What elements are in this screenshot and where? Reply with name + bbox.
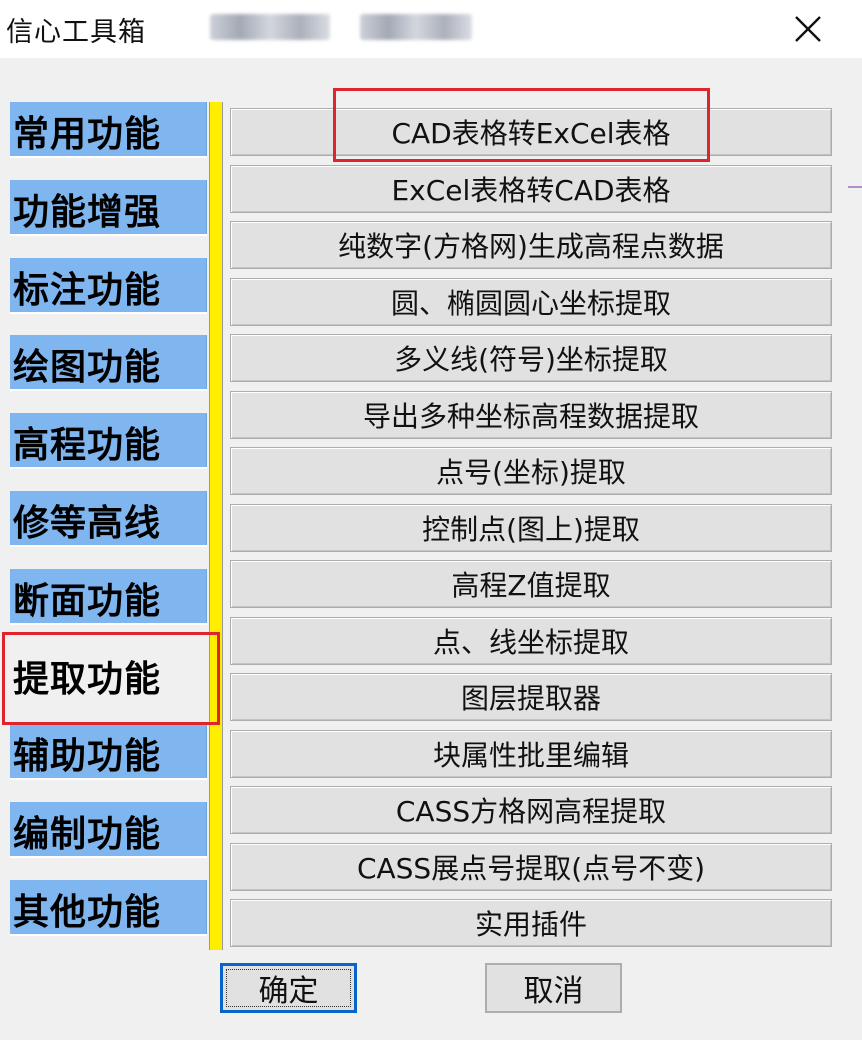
sidebar-tab[interactable]: 标注功能 <box>10 257 207 314</box>
function-button[interactable]: 实用插件 <box>230 899 832 947</box>
redacted-title-part <box>360 14 472 40</box>
sidebar-tab-label: 辅助功能 <box>13 735 162 778</box>
close-button[interactable] <box>778 6 838 52</box>
edge-artifact <box>848 186 862 188</box>
sidebar-tab[interactable]: 绘图功能 <box>10 335 207 392</box>
sidebar-tab[interactable]: 功能增强 <box>10 179 207 236</box>
function-button[interactable]: ExCel表格转CAD表格 <box>230 164 832 213</box>
sidebar-tab[interactable]: 提取功能 <box>10 646 207 703</box>
sidebar-tab-label: 标注功能 <box>13 268 162 311</box>
function-button[interactable]: 高程Z值提取 <box>230 560 832 608</box>
sidebar-tab-label: 断面功能 <box>13 579 162 622</box>
sidebar-tab[interactable]: 断面功能 <box>10 568 207 625</box>
function-button[interactable]: CASS方格网高程提取 <box>230 786 832 834</box>
sidebar-tab-label: 绘图功能 <box>13 346 162 389</box>
sidebar-tab-label: 修等高线 <box>13 502 162 544</box>
sidebar-tab-label: 编制功能 <box>13 813 162 856</box>
function-button[interactable]: 多义线(符号)坐标提取 <box>230 334 832 382</box>
sidebar-tab-label: 其他功能 <box>13 891 162 933</box>
sidebar-tab[interactable]: 高程功能 <box>10 413 207 470</box>
function-button[interactable]: 点、线坐标提取 <box>230 616 832 665</box>
sidebar-tab-label: 功能增强 <box>13 190 162 233</box>
window-title: 信心工具箱 <box>6 17 146 48</box>
redacted-title-part <box>210 14 330 40</box>
function-button[interactable]: 点号(坐标)提取 <box>230 447 832 495</box>
focus-outline <box>226 969 351 1007</box>
cancel-button-label: 取消 <box>523 974 584 1009</box>
function-button[interactable]: 块属性批里编辑 <box>230 729 832 778</box>
sidebar-tab[interactable]: 常用功能 <box>10 102 207 158</box>
function-button[interactable]: 圆、椭圆圆心坐标提取 <box>230 277 832 326</box>
function-button[interactable]: CASS展点号提取(点号不变) <box>230 842 832 891</box>
sidebar-tab[interactable]: 编制功能 <box>10 802 207 859</box>
function-button[interactable]: 图层提取器 <box>230 673 832 721</box>
function-button[interactable]: 导出多种坐标高程数据提取 <box>230 390 832 439</box>
function-button[interactable]: CAD表格转ExCel表格 <box>230 108 832 156</box>
sidebar-tab[interactable]: 辅助功能 <box>10 724 207 781</box>
function-button[interactable]: 纯数字(方格网)生成高程点数据 <box>230 221 832 269</box>
sidebar-tab[interactable]: 修等高线 <box>10 491 207 547</box>
sidebar-tab[interactable]: 其他功能 <box>10 880 207 936</box>
close-icon <box>795 16 821 42</box>
sidebar-tab-label: 高程功能 <box>13 424 162 467</box>
ok-button[interactable]: 确定 <box>220 963 357 1013</box>
title-bar: 信心工具箱 <box>0 0 862 58</box>
sidebar-tab-label: 常用功能 <box>13 113 162 155</box>
function-button[interactable]: 控制点(图上)提取 <box>230 503 832 552</box>
cancel-button[interactable]: 取消 <box>485 963 622 1013</box>
divider-bar <box>209 102 223 950</box>
sidebar-tab-label: 提取功能 <box>13 657 162 700</box>
